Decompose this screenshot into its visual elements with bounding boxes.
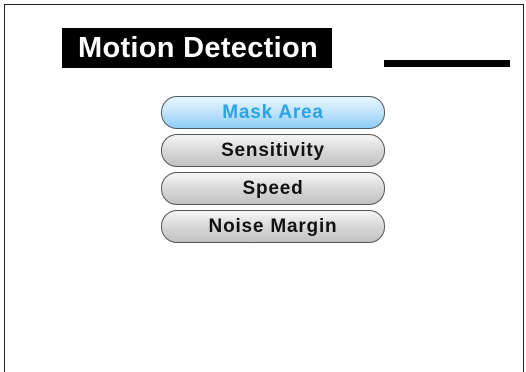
motion-detection-menu: Mask Area Sensitivity Speed Noise Margin bbox=[161, 96, 385, 248]
speed-button[interactable]: Speed bbox=[161, 172, 385, 205]
mask-area-button[interactable]: Mask Area bbox=[161, 96, 385, 129]
title-underline bbox=[384, 60, 510, 67]
page-title: Motion Detection bbox=[62, 28, 332, 68]
sensitivity-button[interactable]: Sensitivity bbox=[161, 134, 385, 167]
noise-margin-button[interactable]: Noise Margin bbox=[161, 210, 385, 243]
